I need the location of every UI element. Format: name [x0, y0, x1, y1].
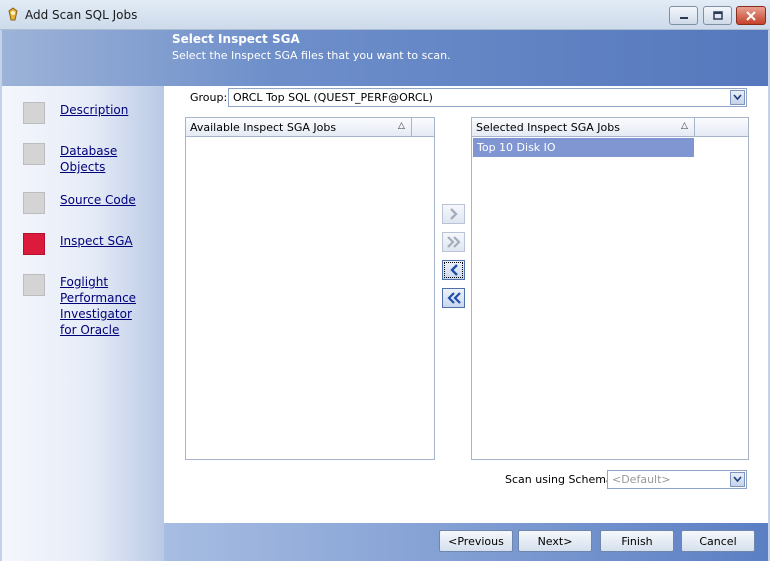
list-header: Selected Inspect SGA Jobs △	[472, 118, 748, 137]
list-header: Available Inspect SGA Jobs △	[186, 118, 434, 137]
column-header-selected[interactable]: Selected Inspect SGA Jobs △	[472, 118, 695, 136]
close-button[interactable]	[736, 6, 766, 25]
add-selected-button[interactable]	[442, 204, 465, 224]
sidebar-item-label[interactable]: Source Code	[60, 192, 140, 208]
sort-ascending-icon: △	[398, 121, 405, 131]
page-subtitle: Select the Inspect SGA files that you wa…	[172, 49, 451, 62]
schema-label: Scan using Schema:	[505, 473, 617, 486]
maximize-icon	[712, 11, 723, 20]
minimize-button[interactable]	[669, 6, 698, 25]
chevron-down-icon	[733, 476, 742, 483]
chevron-down-icon	[733, 94, 742, 101]
sidebar-item-description[interactable]: Description	[23, 102, 140, 124]
wizard-steps-sidebar: Description Database Objects Source Code…	[2, 86, 164, 561]
column-header-label: Selected Inspect SGA Jobs	[476, 121, 620, 134]
sidebar-item-label[interactable]: Description	[60, 102, 140, 118]
minimize-icon	[679, 16, 688, 19]
available-jobs-list[interactable]: Available Inspect SGA Jobs △	[185, 117, 435, 460]
column-header-available[interactable]: Available Inspect SGA Jobs △	[186, 118, 412, 136]
step-indicator-active	[23, 233, 45, 255]
sidebar-item-foglight[interactable]: Foglight Performance Investigator for Or…	[23, 274, 140, 338]
chevron-left-icon	[449, 264, 458, 276]
cancel-button[interactable]: Cancel	[681, 530, 755, 552]
page-title: Select Inspect SGA	[172, 32, 300, 46]
list-item[interactable]: Top 10 Disk IO	[473, 138, 694, 157]
sidebar-item-label[interactable]: Database Objects	[60, 143, 120, 175]
schema-select[interactable]: <Default>	[607, 470, 747, 489]
double-chevron-left-icon	[446, 292, 461, 304]
sort-ascending-icon: △	[681, 121, 688, 131]
next-button[interactable]: Next>	[518, 530, 592, 552]
remove-all-button[interactable]	[442, 288, 465, 308]
sidebar-item-label[interactable]: Foglight Performance Investigator for Or…	[60, 274, 140, 338]
group-label: Group:	[190, 91, 228, 104]
selected-jobs-list[interactable]: Selected Inspect SGA Jobs △ Top 10 Disk …	[471, 117, 749, 460]
group-select[interactable]: ORCL Top SQL (QUEST_PERF@ORCL)	[228, 88, 747, 107]
list-item-label: Top 10 Disk IO	[477, 141, 556, 154]
step-indicator	[23, 102, 45, 124]
sidebar-item-source-code[interactable]: Source Code	[23, 192, 140, 214]
chevron-right-icon	[449, 208, 458, 220]
group-select-value: ORCL Top SQL (QUEST_PERF@ORCL)	[233, 91, 433, 104]
sidebar-item-inspect-sga[interactable]: Inspect SGA	[23, 233, 140, 255]
close-icon	[746, 10, 756, 21]
window-title-bar: Add Scan SQL Jobs	[0, 0, 770, 30]
step-indicator	[23, 274, 45, 296]
database-wizard-icon	[8, 7, 18, 21]
previous-button[interactable]: <Previous	[439, 530, 513, 552]
schema-select-value: <Default>	[612, 473, 671, 486]
schema-dropdown-button[interactable]	[730, 472, 745, 487]
step-indicator	[23, 192, 45, 214]
sidebar-item-label[interactable]: Inspect SGA	[60, 233, 140, 249]
group-dropdown-button[interactable]	[730, 90, 745, 105]
add-all-button[interactable]	[442, 232, 465, 252]
remove-selected-button[interactable]	[442, 260, 465, 280]
column-header-label: Available Inspect SGA Jobs	[190, 121, 337, 134]
double-chevron-right-icon	[446, 236, 461, 248]
maximize-button[interactable]	[703, 6, 732, 25]
finish-button[interactable]: Finish	[600, 530, 674, 552]
wizard-header: Select Inspect SGA Select the Inspect SG…	[2, 30, 768, 86]
step-indicator	[23, 143, 45, 165]
window-title: Add Scan SQL Jobs	[25, 8, 138, 22]
sidebar-item-database-objects[interactable]: Database Objects	[23, 143, 120, 175]
